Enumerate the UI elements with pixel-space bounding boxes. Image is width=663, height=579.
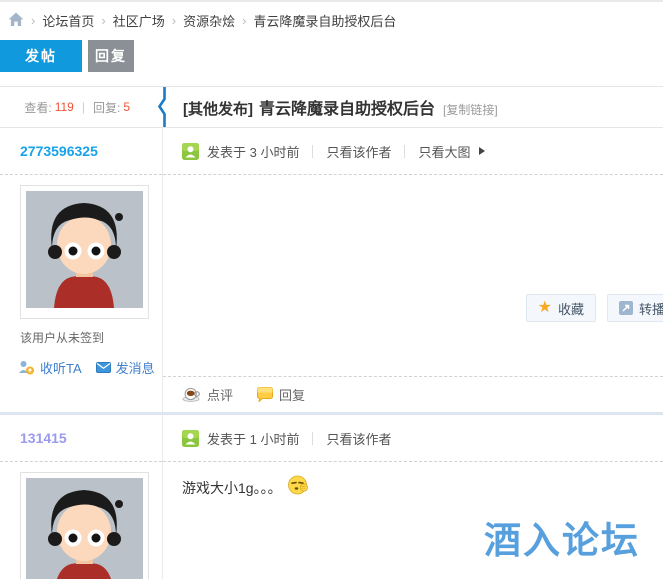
breadcrumb-separator: › [171,12,177,28]
favorite-button[interactable]: ★ 收藏 [525,294,596,322]
post-1-footer-spacer [163,323,663,377]
header-separator [404,144,406,158]
post-1-signin-status: 该用户从未签到 [20,331,105,345]
divider-notch-icon [157,87,168,132]
message-envelope-icon [95,362,111,373]
copy-link-button[interactable]: [复制链接] [443,101,498,118]
post-1-avatar[interactable] [20,185,149,319]
header-separator [312,431,314,445]
only-author-link[interactable]: 只看该作者 [326,429,391,448]
post-2-body: 游戏大小1g。。。 [163,462,663,498]
breadcrumb-forum-home[interactable]: 论坛首页 [42,11,94,30]
thread-stats: 查看: 119 | 回复: 5 [0,99,163,116]
breadcrumb-resource-board[interactable]: 资源杂烩 [183,11,235,30]
thread-title-bar: 查看: 119 | 回复: 5 [其他发布] 青云降魔录自助授权后台 [复制链接… [0,86,663,128]
share-icon [618,301,633,315]
header-separator [312,144,314,158]
replies-label: 回复: [92,100,121,115]
reply-button[interactable]: 回复 [88,40,134,72]
thread-toolbar: 发帖 回复 [0,40,663,72]
replies-count: 5 [123,100,130,114]
follow-user-link[interactable]: 收听TA [18,358,82,377]
post-1-time: 发表于 3 小时前 [207,144,300,160]
post-1-body [163,175,663,293]
post-2-header: 发表于 1 小时前 只看该作者 [163,415,663,462]
breadcrumb-separator: › [31,12,36,28]
online-status-icon [182,429,199,447]
sweat-emoji-icon [287,475,309,498]
share-button[interactable]: 转播 [606,294,663,322]
quick-reply-link[interactable]: 回复 [257,385,305,404]
online-status-icon [182,142,199,160]
post-2-text: 游戏大小1g。。。 [182,480,282,496]
follow-user-icon [19,361,34,375]
breadcrumb-current-thread: 青云降魔录自助授权后台 [253,13,397,29]
follow-user-label: 收听TA [40,361,82,376]
post-2-username-link[interactable]: 131415 [20,430,67,446]
new-post-button[interactable]: 发帖 [0,40,82,72]
reply-bubble-icon [257,387,274,402]
send-message-label: 发消息 [115,361,155,376]
comment-label: 点评 [207,388,234,403]
post-2-avatar[interactable] [20,472,149,579]
favorite-star-icon: ★ [537,299,552,316]
post-2-username-row: 131415 [0,415,162,462]
only-author-link[interactable]: 只看该作者 [326,142,391,161]
breadcrumb-separator: › [101,12,106,28]
coffee-cup-icon [182,387,200,402]
views-count: 119 [54,100,74,114]
post-1-footer-actions: 点评 回复 [163,377,663,412]
only-images-link[interactable]: 只看大图 [418,142,470,161]
forum-watermark: 酒入论坛 [484,520,640,561]
reply-label: 回复 [279,388,306,403]
post-1-content-column: 发表于 3 小时前 只看该作者 只看大图 ★ 收藏 转播 点评 回复 [163,128,663,412]
expand-arrow-icon[interactable] [478,147,485,155]
post-1-username-link[interactable]: 2773596325 [20,143,98,159]
breadcrumb-separator: › [242,12,247,28]
forum-thread-page: › 论坛首页 › 社区广场 › 资源杂烩 › 青云降魔录自助授权后台 发帖 回复… [0,0,663,579]
post-1-username-row: 2773596325 [0,128,162,175]
comment-link[interactable]: 点评 [182,385,233,404]
post-2-time: 发表于 1 小时前 [207,431,300,447]
avatar-image [26,478,143,579]
views-label: 查看: [24,100,52,115]
avatar-image [26,191,143,308]
favorite-label: 收藏 [557,301,584,317]
post-2-author-column: 131415 [0,415,163,579]
thread-title-text: 青云降魔录自助授权后台 [259,101,436,118]
home-icon[interactable] [8,12,24,27]
send-message-link[interactable]: 发消息 [95,358,155,377]
stats-divider: | [81,100,85,114]
breadcrumb-community[interactable]: 社区广场 [113,11,165,30]
share-label: 转播 [638,301,663,317]
thread-title: [其他发布] 青云降魔录自助授权后台 [复制链接] [163,95,663,119]
post-1-header: 发表于 3 小时前 只看该作者 只看大图 [163,128,663,175]
breadcrumb: › 论坛首页 › 社区广场 › 资源杂烩 › 青云降魔录自助授权后台 [0,2,663,38]
post-1: 2773596325 该用户从未签到 收听TA 发消息 发表于 3 小时前 只看… [0,128,663,415]
post-1-author-column: 2773596325 该用户从未签到 收听TA 发消息 [0,128,163,412]
post-1-action-buttons: ★ 收藏 转播 [163,293,663,323]
post-1-user-links: 收听TA 发消息 [18,358,162,377]
thread-category-tag[interactable]: [其他发布] [183,98,253,119]
